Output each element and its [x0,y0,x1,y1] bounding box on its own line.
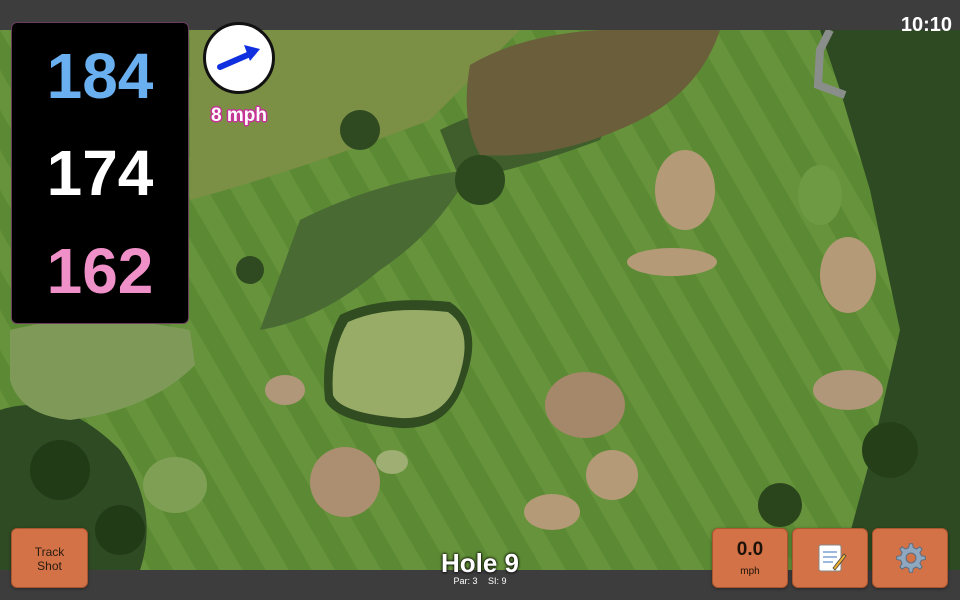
track-shot-button[interactable]: Track Shot [11,528,88,588]
hole-info: Par: 3 SI: 9 [380,576,580,586]
speed-button[interactable]: 0.0 mph [712,528,788,588]
back-distance: 184 [46,40,154,112]
notes-button[interactable] [792,528,868,588]
front-distance: 162 [46,235,154,307]
settings-button[interactable] [872,528,948,588]
middle-distance: 174 [46,137,154,209]
notepad-icon [818,544,847,572]
status-time: 10:10 [900,14,952,36]
wind-speed-label: 8 mph [211,105,267,126]
wind-direction-indicator [203,22,275,94]
distance-panel: 184 174 162 [11,22,189,324]
speed-value: 0.0 [736,539,764,560]
arrow-icon [217,45,260,70]
gear-icon [896,543,926,573]
hole-stroke-index: SI: 9 [488,576,507,586]
hole-par: Par: 3 [453,576,478,586]
speed-unit: mph [740,566,760,577]
hole-title: Hole 9 [440,548,520,578]
track-shot-label: Track Shot [34,545,65,573]
